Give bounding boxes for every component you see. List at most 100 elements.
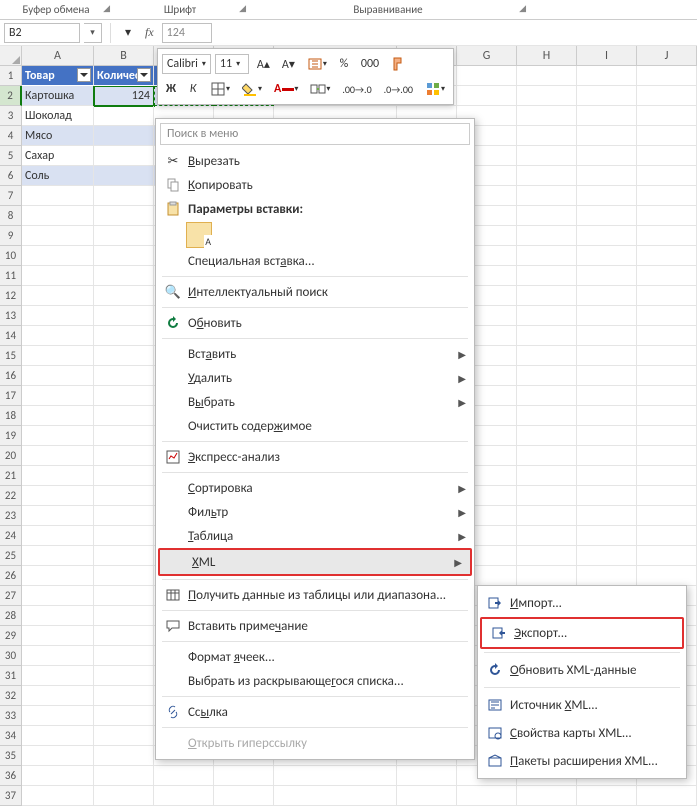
row-header[interactable]: 34 xyxy=(0,726,22,746)
sub-xml-source[interactable]: Источник XML... xyxy=(478,691,686,719)
row-header[interactable]: 23 xyxy=(0,506,22,526)
bold-button[interactable]: Ж xyxy=(162,79,180,99)
decrease-decimal-icon[interactable]: .00→.0 xyxy=(338,79,375,99)
font-size-combo[interactable]: 11▾ xyxy=(215,54,249,74)
row-header[interactable]: 19 xyxy=(0,426,22,446)
fill-color-icon[interactable]: ▾ xyxy=(238,79,266,99)
sub-xml-expansion[interactable]: Пакеты расширения XML... xyxy=(478,747,686,775)
increase-decimal-icon[interactable]: .0→.00 xyxy=(380,79,417,99)
comma-style-icon[interactable]: 000 xyxy=(357,54,383,74)
cell[interactable]: Сахар xyxy=(22,146,94,166)
filter-icon[interactable] xyxy=(137,68,151,82)
ctx-delete[interactable]: Удалить▶ xyxy=(156,366,474,390)
ctx-quick-analysis[interactable]: Экспресс-анализ xyxy=(156,445,474,469)
row-header[interactable]: 16 xyxy=(0,366,22,386)
col-header[interactable]: A xyxy=(22,46,94,65)
row-header[interactable]: 20 xyxy=(0,446,22,466)
row-header[interactable]: 11 xyxy=(0,266,22,286)
ctx-filter[interactable]: Фильтр▶ xyxy=(156,500,474,524)
ctx-cut[interactable]: ✂Вырезать xyxy=(156,149,474,173)
row-header[interactable]: 4 xyxy=(0,126,22,146)
ctx-copy[interactable]: Копировать xyxy=(156,173,474,197)
row-header[interactable]: 21 xyxy=(0,466,22,486)
cell[interactable]: Мясо xyxy=(22,126,94,146)
col-header[interactable]: B xyxy=(94,46,154,65)
sub-refresh-xml[interactable]: Обновить XML-данные xyxy=(478,656,686,684)
row-header[interactable]: 5 xyxy=(0,146,22,166)
italic-button[interactable]: К xyxy=(184,79,202,99)
row-header[interactable]: 32 xyxy=(0,686,22,706)
row-header[interactable]: 29 xyxy=(0,626,22,646)
filter-icon[interactable] xyxy=(77,68,91,82)
row-header[interactable]: 37 xyxy=(0,786,22,806)
ctx-refresh[interactable]: Обновить xyxy=(156,311,474,335)
row-header[interactable]: 14 xyxy=(0,326,22,346)
row-header[interactable]: 17 xyxy=(0,386,22,406)
ctx-paste-special[interactable]: Специальная вставка... xyxy=(156,249,474,273)
ctx-select[interactable]: Выбрать▶ xyxy=(156,390,474,414)
row-header[interactable]: 24 xyxy=(0,526,22,546)
ctx-get-data[interactable]: Получить данные из таблицы или диапазона… xyxy=(156,583,474,607)
accounting-format-icon[interactable]: ▾ xyxy=(303,54,331,74)
row-header[interactable]: 12 xyxy=(0,286,22,306)
table-header-cell[interactable]: Количест xyxy=(94,66,154,86)
sub-export[interactable]: Экспорт... xyxy=(482,619,682,647)
row-header[interactable]: 15 xyxy=(0,346,22,366)
percent-icon[interactable]: % xyxy=(335,54,353,74)
cell[interactable]: Соль xyxy=(22,166,94,186)
row-header[interactable]: 27 xyxy=(0,586,22,606)
col-header[interactable]: I xyxy=(577,46,637,65)
font-color-icon[interactable]: A▾ xyxy=(270,79,302,99)
cell[interactable]: Шоколад xyxy=(22,106,94,126)
cond-format-icon[interactable]: ▾ xyxy=(421,79,449,99)
sub-xml-map-props[interactable]: Свойства карты XML... xyxy=(478,719,686,747)
decrease-font-icon[interactable]: A▾ xyxy=(278,54,299,74)
dialog-launcher-icon[interactable]: ◢ xyxy=(519,3,526,14)
row-header[interactable]: 33 xyxy=(0,706,22,726)
font-combo[interactable]: Calibri▾ xyxy=(162,54,211,74)
fx-button[interactable]: fx xyxy=(141,25,158,40)
name-box[interactable]: B2 xyxy=(4,23,80,43)
ctx-pick-from-list[interactable]: Выбрать из раскрывающегося списка... xyxy=(156,669,474,693)
context-search-input[interactable]: Поиск в меню xyxy=(160,123,470,145)
row-header[interactable]: 36 xyxy=(0,766,22,786)
ctx-xml[interactable]: XML▶ xyxy=(160,550,470,574)
ctx-link[interactable]: Ссылка xyxy=(156,700,474,724)
dialog-launcher-icon[interactable]: ◢ xyxy=(239,3,246,14)
increase-font-icon[interactable]: A▴ xyxy=(253,54,274,74)
row-header[interactable]: 10 xyxy=(0,246,22,266)
row-header[interactable]: 2 xyxy=(0,86,22,106)
row-header[interactable]: 25 xyxy=(0,546,22,566)
row-header[interactable]: 3 xyxy=(0,106,22,126)
row-header[interactable]: 22 xyxy=(0,486,22,506)
cell-active[interactable]: 124 xyxy=(94,86,154,106)
ctx-clear-contents[interactable]: Очистить содержимое xyxy=(156,414,474,438)
select-all-button[interactable] xyxy=(0,46,22,65)
dialog-launcher-icon[interactable]: ◢ xyxy=(103,3,110,14)
row-header[interactable]: 9 xyxy=(0,226,22,246)
ctx-table[interactable]: Таблица▶ xyxy=(156,524,474,548)
sub-import[interactable]: Импорт... xyxy=(478,589,686,617)
ctx-smart-lookup[interactable]: 🔍Интеллектуальный поиск xyxy=(156,280,474,304)
col-header[interactable]: J xyxy=(637,46,697,65)
row-header[interactable]: 8 xyxy=(0,206,22,226)
formula-bar[interactable]: 124 xyxy=(162,23,212,43)
row-header[interactable]: 28 xyxy=(0,606,22,626)
row-header[interactable]: 6 xyxy=(0,166,22,186)
ctx-insert[interactable]: Вставить▶ xyxy=(156,342,474,366)
row-header[interactable]: 18 xyxy=(0,406,22,426)
row-header[interactable]: 1 xyxy=(0,66,22,86)
format-painter-icon[interactable] xyxy=(387,54,411,74)
col-header[interactable]: H xyxy=(517,46,577,65)
row-header[interactable]: 7 xyxy=(0,186,22,206)
name-box-dropdown[interactable]: ▾ xyxy=(84,23,102,43)
cell[interactable]: Картошка xyxy=(22,86,94,106)
ctx-paste-keep-text[interactable] xyxy=(186,221,474,249)
ctx-format-cells[interactable]: Формат ячеек... xyxy=(156,645,474,669)
expand-namebox-icon[interactable]: ▾ xyxy=(119,23,137,43)
table-header-cell[interactable]: Товар xyxy=(22,66,94,86)
ctx-sort[interactable]: Сортировка▶ xyxy=(156,476,474,500)
borders-icon[interactable]: ▾ xyxy=(206,79,234,99)
row-header[interactable]: 35 xyxy=(0,746,22,766)
ctx-insert-comment[interactable]: Вставить примечание xyxy=(156,614,474,638)
